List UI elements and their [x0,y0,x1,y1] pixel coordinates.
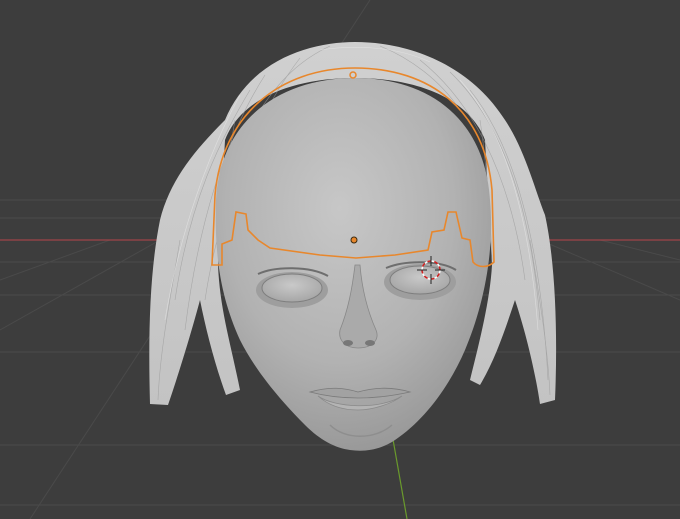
3d-viewport[interactable] [0,0,680,519]
nostril-left [343,340,353,346]
left-eye [261,273,323,303]
viewport-canvas[interactable] [0,0,680,519]
object-origin-icon[interactable] [350,236,358,244]
head-sculpt[interactable] [215,78,492,451]
nostril-right [365,340,375,346]
